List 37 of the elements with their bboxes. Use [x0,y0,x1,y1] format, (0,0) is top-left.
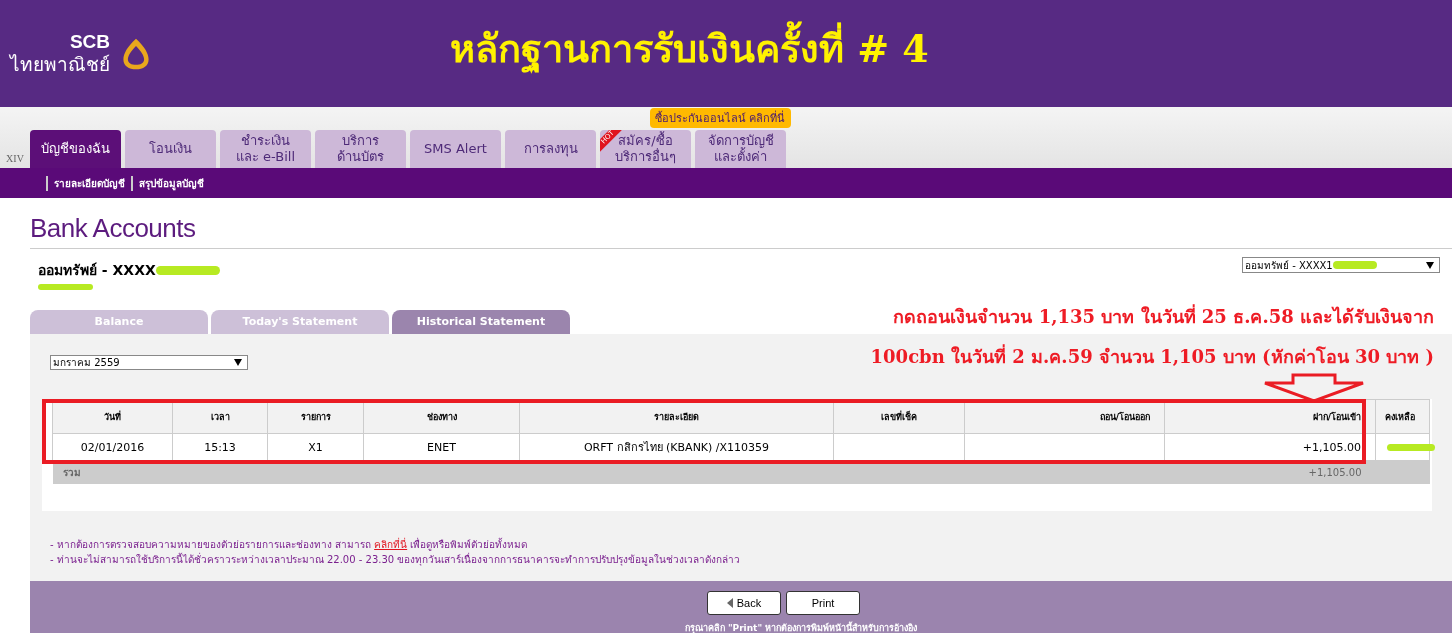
dropdown-value: ออมทรัพย์ - XXXX1 [1245,258,1333,273]
menu-tab[interactable]: ชำระเงิน และ e-Bill [220,130,311,168]
menu-tab[interactable]: โอนเงิน [125,130,216,168]
redaction-mark [1387,443,1435,451]
print-button[interactable]: Print [786,591,860,615]
logo-text: SCB [68,31,110,52]
account-name: ออมทรัพย์ - XXXX [38,261,156,280]
version-label: XIV [5,153,25,164]
dropdown-value: มกราคม 2559 [53,356,120,370]
promo-button[interactable]: ซื้อประกันออนไลน์ คลิกที่นี่ [650,108,791,128]
redaction-mark [1332,261,1377,269]
here-link[interactable]: คลิกที่นี่ [374,539,408,550]
back-button[interactable]: Back [707,591,781,615]
back-arrow-icon [726,598,733,608]
account-dropdown[interactable]: ออมทรัพย์ - XXXX1 [1242,257,1440,273]
subnav-link[interactable]: รายละเอียดบัญชี [46,175,125,191]
statement-tab[interactable]: Historical Statement [392,310,570,334]
redaction-mark [155,265,220,275]
caret-icon [234,359,242,366]
menu-tab[interactable]: การลงทุน [505,130,596,168]
page-title: Bank Accounts [30,213,1452,249]
menu-tab[interactable]: จัดการบัญชี และตั้งค่า [695,130,786,168]
annotation-text: 100cbn ในวันที่ 2 ม.ค.59 จำนวน 1,105 บาท (หักค่าโอน 30 บาท ) [870,343,1434,369]
column-header: คงเหลือ [1375,399,1430,434]
menu-tab[interactable]: SMS Alert [410,130,501,168]
footer-note: กรุณาคลิก "Print" หากต้องการพิมพ์หน้านี้สำหรับการอ้างอิง [684,621,918,633]
subnav-link[interactable]: สรุปข้อมูลบัญชี [131,175,204,191]
redaction-mark [38,284,93,290]
note-text: - หากต้องการตรวจสอบความหมายของตัวย่อรายการและช่องทาง สามารถ คลิกที่นี่ เพื่อดูหรือพิมพ์ตัวย่อทั้งหมด [50,537,529,552]
note-text: - ท่านจะไม่สามารถใช้บริการนี้ได้ชั่วคราวระหว่างเวลาประมาณ 22.00 - 23.30 ของทุกวันเสาร์เนื่องจากการธนาคารจะทำการปรับปรุงข้อมูลในช่วงเวลาดังกล่าว [50,552,742,567]
annotation-text: กดถอนเงินจำนวน 1,135 บาท ในวันที่ 25 ธ.ค.58 และได้รับเงินจาก [892,303,1434,329]
logo-text: ไทยพาณิชย์ [10,51,110,76]
menu-tab[interactable]: บริการ ด้านบัตร [315,130,406,168]
caret-icon [1426,261,1434,269]
menu-tab[interactable]: บัญชีของฉัน [30,130,121,168]
page-heading: หลักฐานการรับเงินครั้งที่ # 4 [450,18,929,79]
month-dropdown[interactable]: มกราคม 2559 [50,355,248,370]
